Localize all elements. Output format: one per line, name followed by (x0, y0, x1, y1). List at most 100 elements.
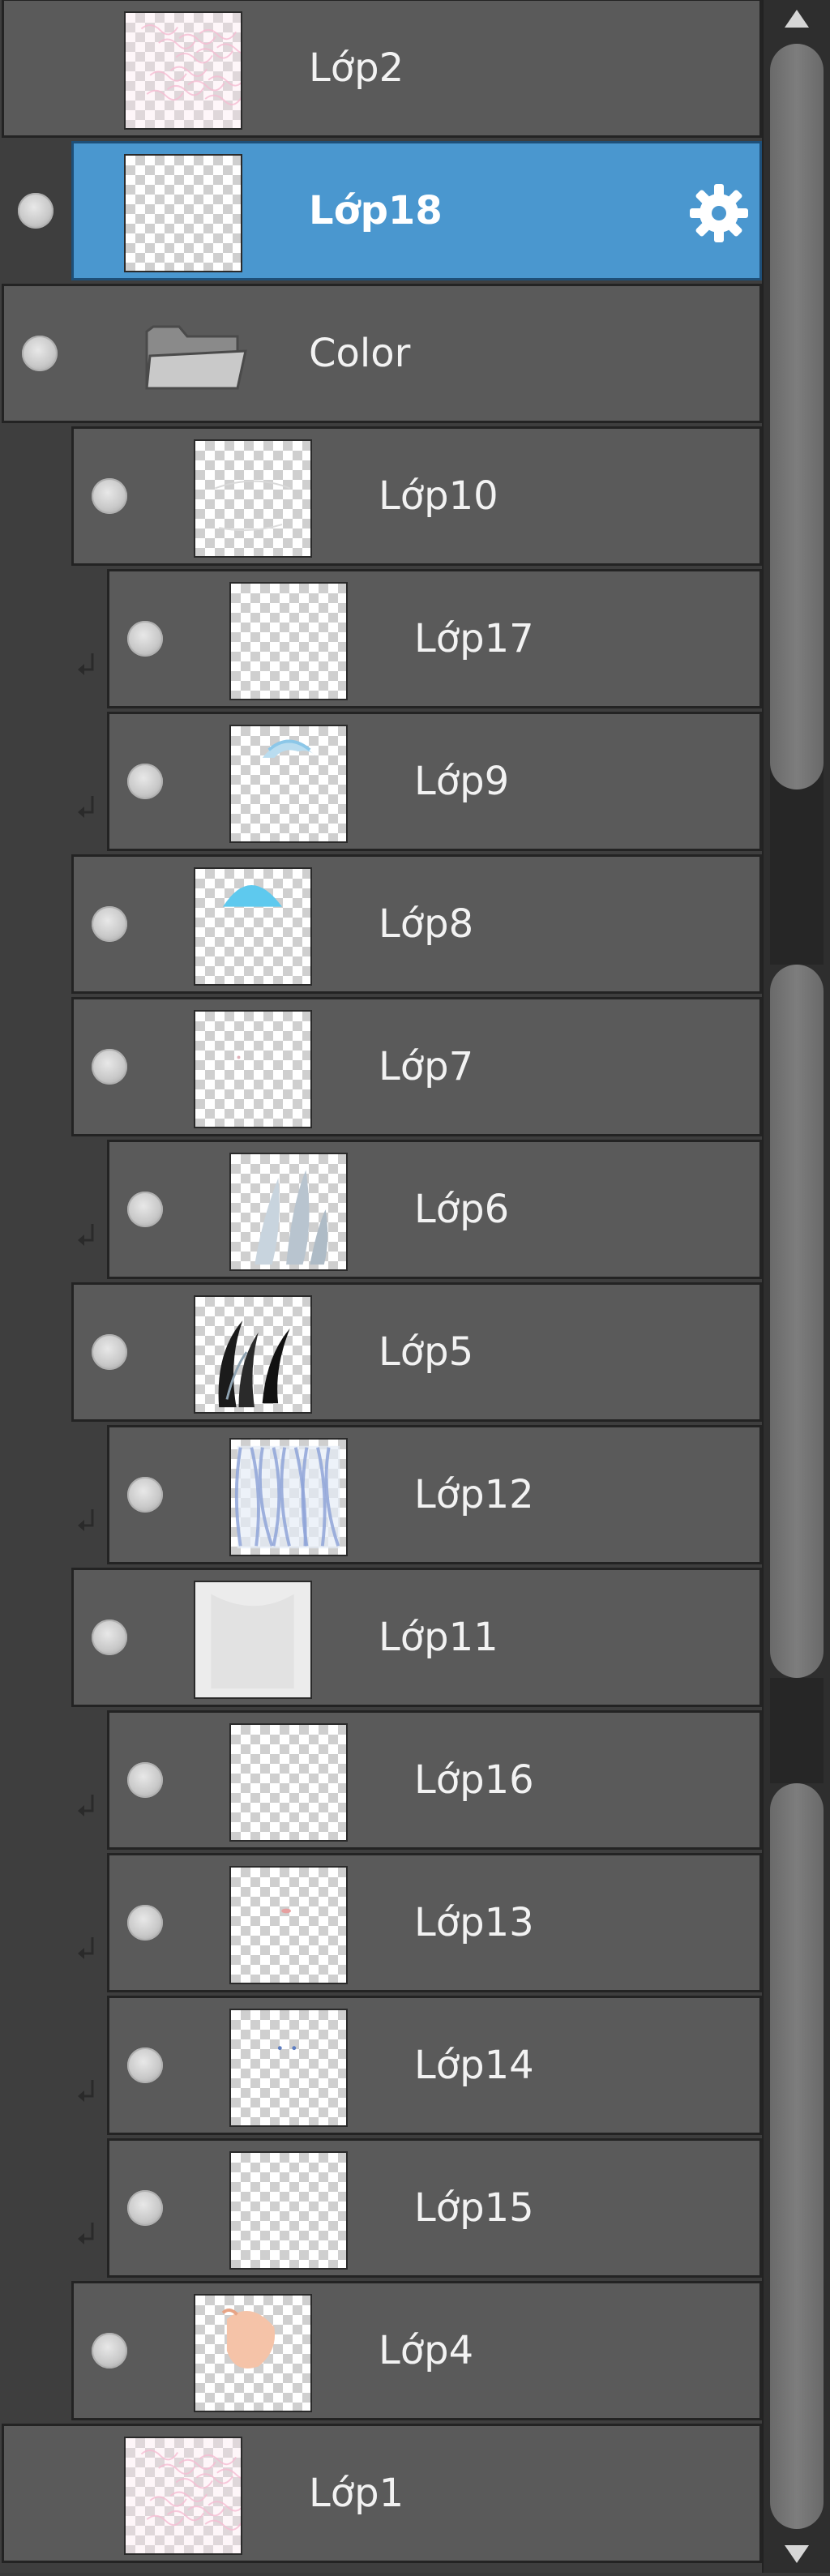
layer-thumbnail[interactable] (124, 2437, 242, 2555)
layer-row[interactable]: Lớp5 (71, 1282, 762, 1422)
visibility-toggle-icon[interactable] (127, 2190, 163, 2226)
thumbnail-artwork (255, 1170, 328, 1265)
layer-name: Lớp1 (309, 2471, 404, 2516)
visibility-toggle-icon[interactable] (127, 764, 163, 799)
gear-icon[interactable] (687, 181, 751, 246)
thumbnail-artwork (231, 1725, 346, 1840)
visibility-toggle-icon[interactable] (92, 906, 127, 942)
layer-name: Lớp7 (379, 1044, 474, 1089)
layer-name: Color (309, 331, 411, 376)
layer-thumbnail[interactable] (194, 2294, 312, 2412)
layer-name: Lớp6 (414, 1187, 510, 1232)
thumbnail-artwork (195, 1582, 310, 1697)
layer-name: Lớp14 (414, 2043, 534, 2088)
layer-name: Lớp18 (309, 188, 443, 233)
visibility-toggle-icon[interactable] (127, 621, 163, 657)
layer-name: Lớp5 (379, 1329, 474, 1375)
scroll-down-button[interactable] (764, 2532, 830, 2573)
visibility-toggle-icon[interactable] (92, 478, 127, 514)
thumbnail-artwork (218, 1320, 290, 1408)
layer-name: Lớp11 (379, 1615, 498, 1660)
layer-name: Lớp17 (414, 616, 534, 661)
layer-row[interactable]: Lớp18 (71, 141, 762, 280)
visibility-toggle-icon[interactable] (127, 1477, 163, 1513)
clip-arrow-icon (78, 1509, 94, 1531)
thumbnail-artwork (126, 156, 241, 271)
layer-thumbnail[interactable] (194, 1010, 312, 1128)
layer-thumbnail[interactable] (229, 2009, 348, 2127)
layer-name: Lớp4 (379, 2328, 474, 2373)
visibility-toggle-icon[interactable] (92, 1334, 127, 1370)
layer-row[interactable]: Lớp14 (107, 1996, 762, 2135)
folder-icon (145, 325, 247, 390)
visibility-toggle-icon[interactable] (92, 1620, 127, 1655)
clip-arrow-icon (78, 1795, 94, 1816)
layer-row[interactable]: Lớp4 (71, 2281, 762, 2420)
scroll-up-button[interactable] (764, 0, 830, 41)
thumbnail-artwork (231, 584, 346, 699)
visibility-toggle-icon[interactable] (127, 1762, 163, 1798)
layer-row[interactable]: Lớp2 (2, 0, 762, 138)
layer-name: Lớp12 (414, 1472, 534, 1517)
layer-thumbnail[interactable] (229, 1723, 348, 1842)
thumbnail-artwork (214, 480, 291, 532)
scroll-track[interactable] (770, 762, 824, 965)
layer-row[interactable]: Lớp7 (71, 997, 762, 1136)
clip-arrow-icon (78, 653, 94, 675)
layer-thumbnail[interactable] (194, 1581, 312, 1699)
layer-row[interactable]: Lớp8 (71, 854, 762, 994)
layer-thumbnail[interactable] (124, 154, 242, 272)
visibility-toggle-icon[interactable] (92, 2333, 127, 2368)
layer-row[interactable]: Lớp6 (107, 1140, 762, 1279)
layer-row[interactable]: Lớp9 (107, 712, 762, 851)
visibility-toggle-icon[interactable] (127, 1192, 163, 1227)
clip-arrow-icon (78, 1937, 94, 1959)
visibility-toggle-icon[interactable] (92, 1049, 127, 1085)
thumbnail-artwork (223, 884, 282, 907)
layer-panel: Lớp2 Lớp18 Color Lớp10 Lớp17 Lớp9 Lớp8 Lớp7 Lớp6… (0, 0, 762, 2573)
scroll-thumb[interactable] (770, 1783, 824, 2529)
clip-arrow-icon (78, 796, 94, 818)
layer-name: Lớp10 (379, 473, 498, 519)
layer-row[interactable]: Lớp12 (107, 1425, 762, 1564)
layer-thumbnail[interactable] (229, 2151, 348, 2270)
layer-thumbnail[interactable] (124, 11, 242, 130)
layer-thumbnail[interactable] (229, 1438, 348, 1556)
layer-name: Lớp8 (379, 901, 474, 947)
layer-row[interactable]: Lớp15 (107, 2138, 762, 2278)
layer-row[interactable]: Lớp13 (107, 1853, 762, 1992)
visibility-toggle-icon[interactable] (127, 1905, 163, 1941)
layer-thumbnail[interactable] (229, 1153, 348, 1271)
clip-arrow-icon (78, 2223, 94, 2244)
layer-folder-row[interactable]: Color (2, 284, 762, 423)
layer-thumbnail[interactable] (229, 582, 348, 700)
thumbnail-artwork (277, 2046, 297, 2051)
thumbnail-artwork (221, 2309, 276, 2368)
triangle-down-icon (785, 2545, 809, 2563)
layer-row[interactable]: Lớp17 (107, 569, 762, 708)
layer-name: Lớp13 (414, 1900, 534, 1945)
scrollbar[interactable] (762, 0, 830, 2573)
layer-row[interactable]: Lớp10 (71, 426, 762, 566)
scroll-thumb[interactable] (770, 965, 824, 1678)
visibility-toggle-icon[interactable] (127, 2048, 163, 2083)
thumbnail-artwork (126, 2438, 241, 2553)
layer-thumbnail[interactable] (194, 1295, 312, 1414)
layer-thumbnail[interactable] (194, 439, 312, 558)
scroll-thumb[interactable] (770, 44, 824, 789)
layer-row[interactable]: Lớp11 (71, 1568, 762, 1707)
layer-row[interactable]: Lớp1 (2, 2424, 762, 2563)
visibility-toggle-icon[interactable] (22, 336, 58, 371)
thumbnail-artwork (231, 2153, 346, 2268)
thumbnail-artwork (281, 1908, 291, 1914)
layer-row[interactable]: Lớp16 (107, 1710, 762, 1850)
layer-name: Lớp16 (414, 1757, 534, 1803)
thumbnail-artwork (237, 1055, 241, 1059)
clip-arrow-icon (78, 1224, 94, 1246)
layer-thumbnail[interactable] (229, 725, 348, 843)
layer-thumbnail[interactable] (229, 1866, 348, 1984)
layer-thumbnail[interactable] (194, 867, 312, 986)
visibility-toggle-icon[interactable] (18, 193, 53, 229)
scroll-track[interactable] (770, 1678, 824, 1783)
thumbnail-artwork (126, 13, 241, 128)
